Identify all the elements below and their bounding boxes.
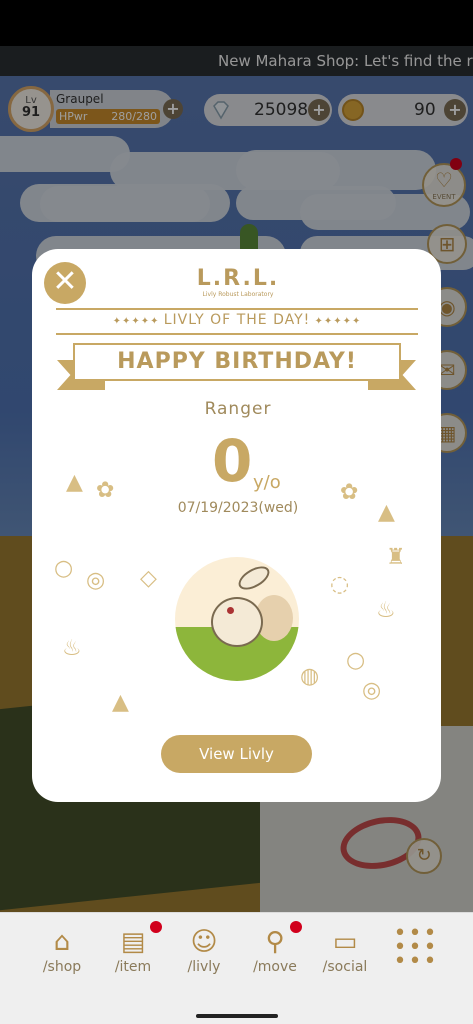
balloon-icon: ◎	[362, 678, 382, 703]
cake-icon: ♨	[376, 598, 396, 623]
divider-bottom	[56, 333, 418, 335]
balloon-icon: ○	[54, 556, 74, 581]
nav-item-livly[interactable]: ☺ /livly	[172, 927, 236, 975]
status-bar	[0, 0, 473, 46]
move-badge	[290, 921, 302, 933]
livly-name: Ranger	[204, 399, 272, 419]
view-livly-button[interactable]: View Livly	[161, 735, 312, 773]
nav-label-social: /social	[322, 959, 368, 975]
lrl-logo-subtitle: Livly Robust Laboratory	[202, 291, 274, 298]
birthday-dialog	[32, 249, 441, 802]
nav-item-item[interactable]: ▤ /item	[101, 927, 165, 975]
party-hat-icon: ▲	[66, 470, 83, 495]
birthday-date: 07/19/2023(wed)	[177, 500, 299, 516]
nav-label-shop: /shop	[42, 959, 82, 975]
livly-avatar	[175, 557, 299, 681]
nav-label-livly: /livly	[187, 959, 221, 975]
livly-of-the-day-heading: ✦✦✦✦✦ LIVLY OF THE DAY! ✦✦✦✦✦	[112, 312, 362, 328]
balloon-icon: ○	[346, 648, 366, 673]
fireworks-icon: ✿	[340, 480, 359, 505]
ornament-icon: ◌	[330, 572, 350, 597]
nav-item-social[interactable]: ▭ /social	[313, 927, 377, 975]
cake-icon: ♨	[62, 636, 82, 661]
nav-label-item: /item	[114, 959, 152, 975]
party-hat-icon: ▲	[112, 690, 129, 715]
nav-item-menu[interactable]: ••• ••• •••	[384, 921, 448, 974]
top-hat-icon: ♜	[386, 545, 406, 570]
gift-box-icon: ◇	[140, 566, 157, 591]
livly-face-icon: ☺	[190, 927, 218, 957]
balloon-icon: ◎	[86, 568, 106, 593]
sparkle-icon: ✦✦✦✦✦	[112, 316, 164, 327]
nav-label-move: /move	[253, 959, 297, 975]
item-badge	[150, 921, 162, 933]
lrl-logo: L.R.L.	[196, 266, 280, 291]
nav-item-shop[interactable]: ⌂ /shop	[30, 927, 94, 975]
sparkle-icon: ✦✦✦✦✦	[310, 316, 362, 327]
nav-item-move[interactable]: ⚲ /move	[243, 927, 307, 975]
home-indicator[interactable]	[196, 1014, 278, 1018]
happy-birthday-banner: HAPPY BIRTHDAY!	[73, 343, 401, 381]
party-hat-icon: ▲	[378, 500, 395, 525]
close-button[interactable]: ✕	[44, 262, 86, 304]
tent-icon: ⌂	[53, 927, 71, 957]
grid-menu-icon: ••• ••• •••	[393, 921, 439, 974]
bottom-nav: ⌂ /shop ▤ /item ☺ /livly ⚲ /move ▭ /soci…	[0, 912, 473, 1005]
fireworks-icon: ✿	[96, 478, 115, 503]
age-unit: y/o	[253, 472, 281, 493]
divider-top	[56, 308, 418, 310]
signboard-icon: ▭	[332, 927, 358, 957]
livly-age: 0	[212, 427, 253, 495]
acorn-icon: ◍	[300, 664, 320, 689]
